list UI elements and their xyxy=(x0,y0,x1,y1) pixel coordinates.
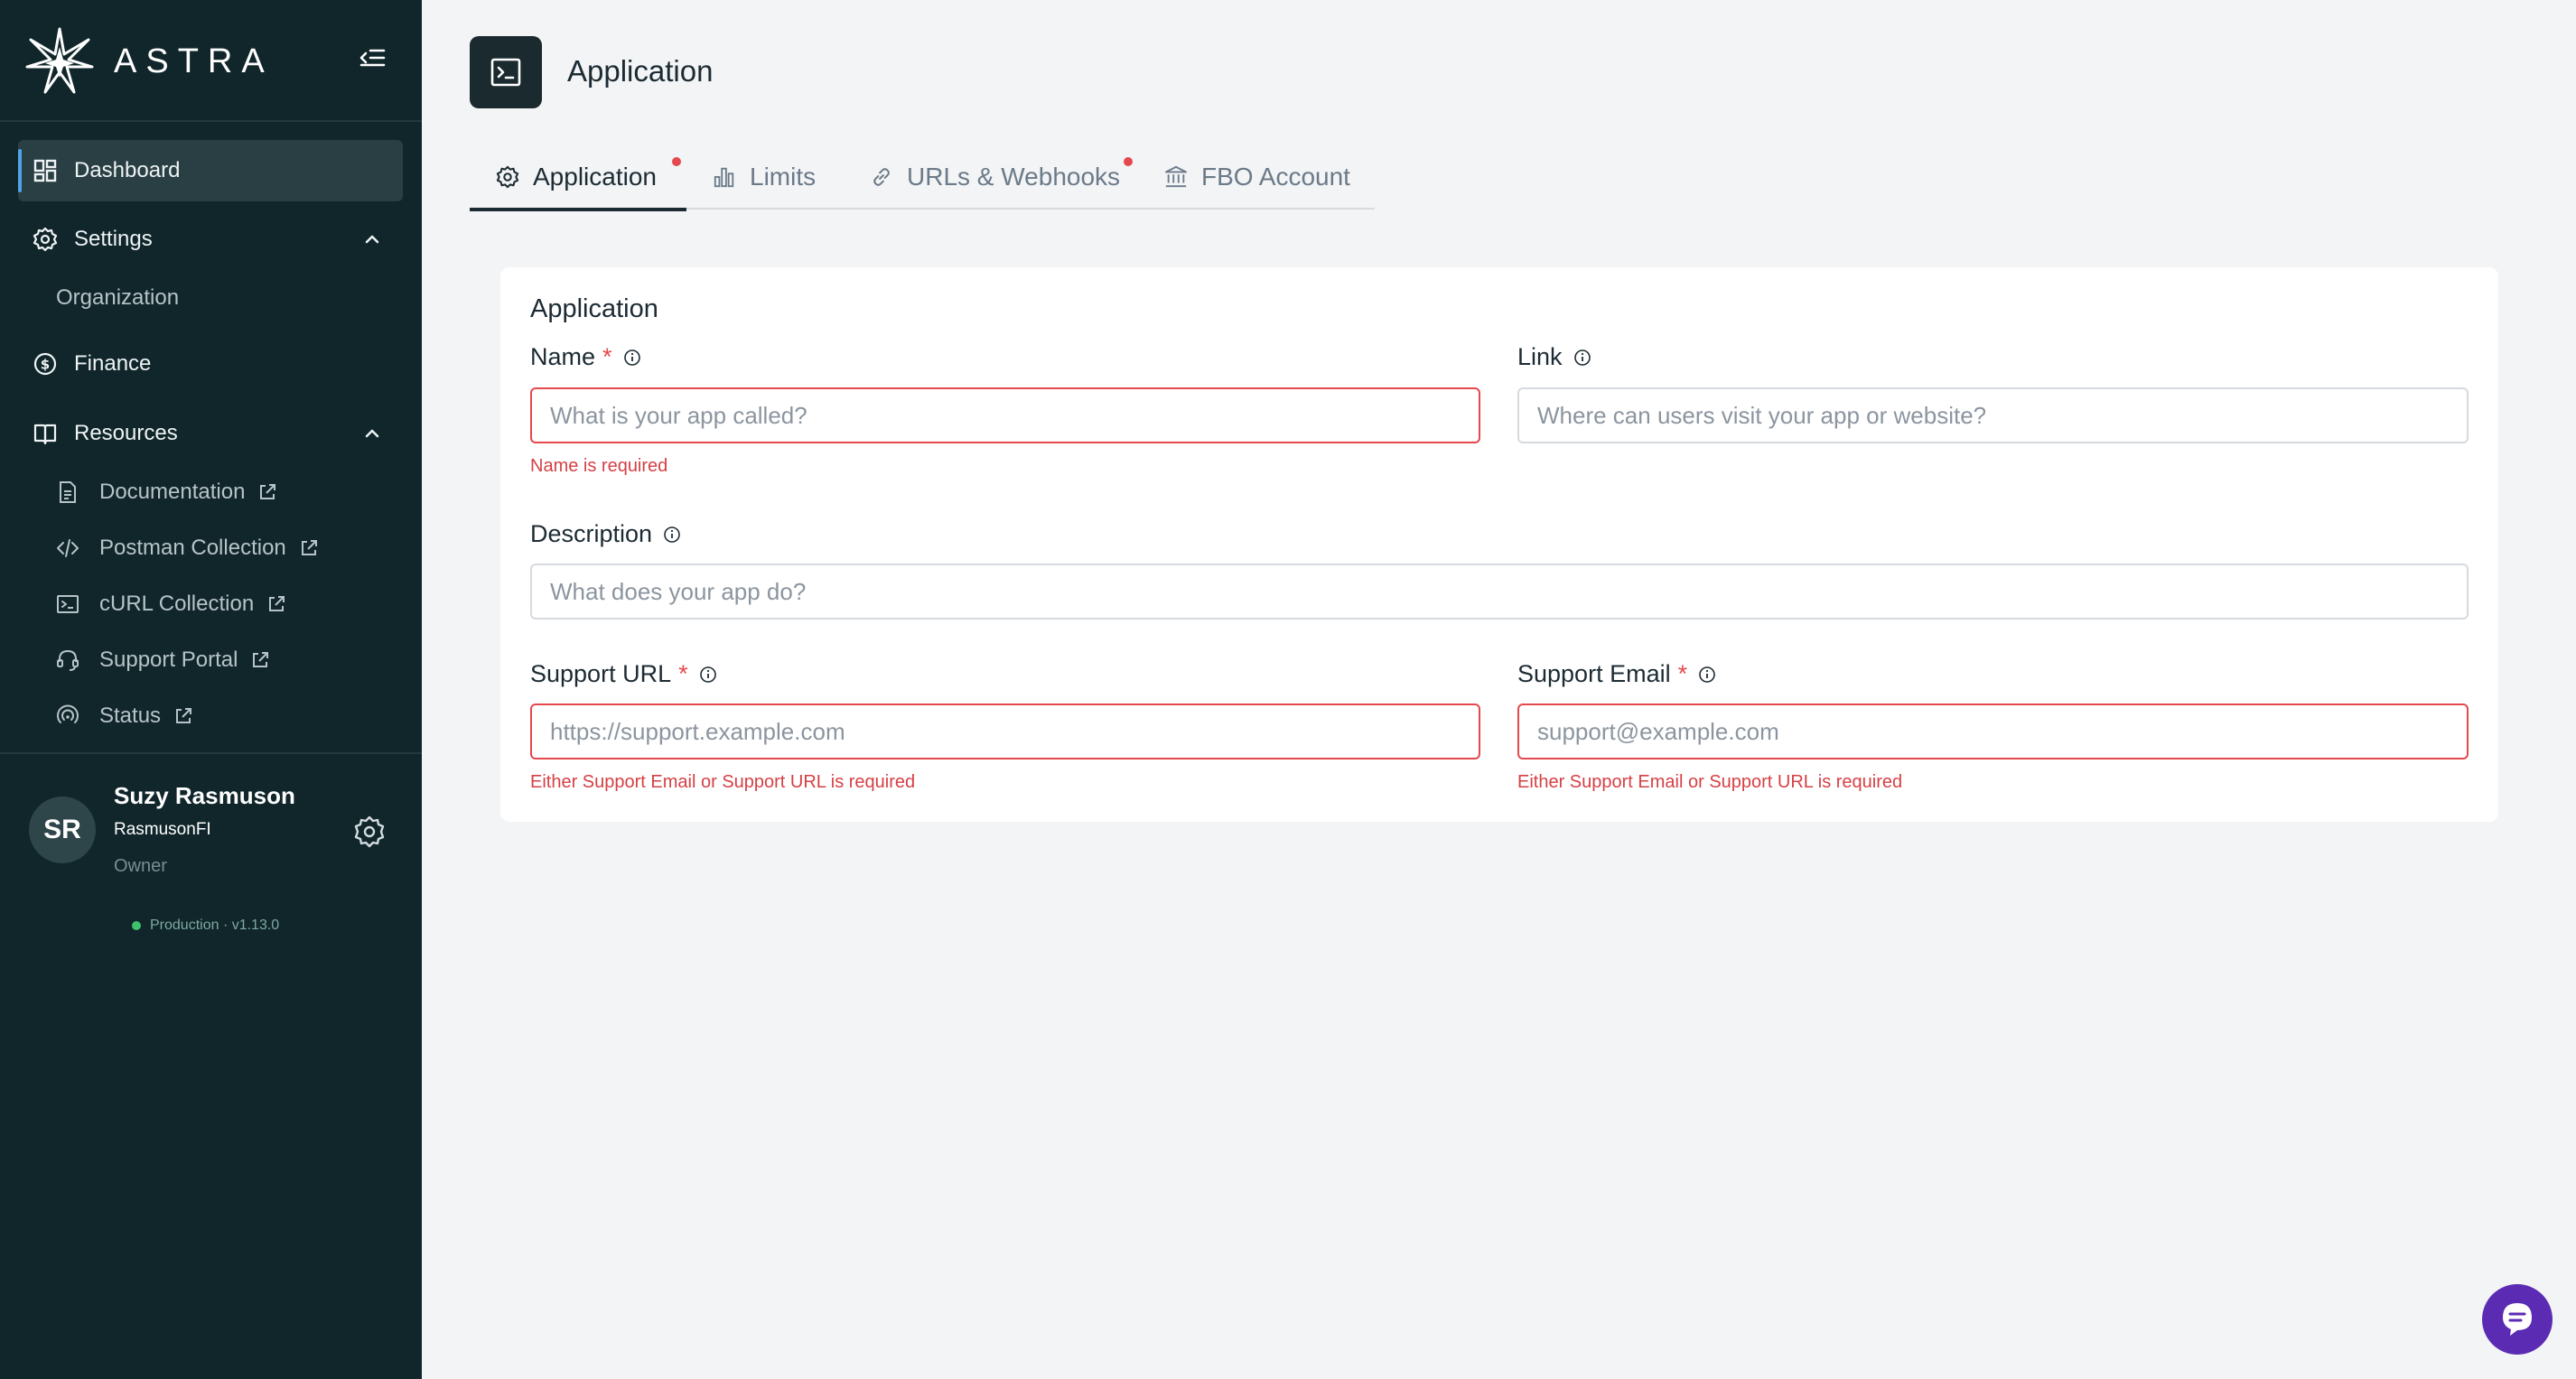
sidebar-item-label: cURL Collection xyxy=(99,592,255,616)
gear-icon xyxy=(354,815,385,848)
sidebar-item-support-portal[interactable]: Support Portal xyxy=(56,640,270,680)
sidebar-item-settings[interactable]: Settings xyxy=(18,209,403,270)
sidebar-item-label: Status xyxy=(99,703,162,728)
bar-chart-icon xyxy=(712,164,737,190)
sidebar-item-label: Support Portal xyxy=(99,648,238,672)
sidebar-item-organization[interactable]: Organization xyxy=(56,278,179,318)
info-icon[interactable] xyxy=(623,349,641,367)
sidebar: ASTRA Dashboard Settings Organization $ … xyxy=(0,0,422,1379)
status-dot xyxy=(132,921,141,930)
required-mark: * xyxy=(1677,660,1688,687)
sidebar-item-status[interactable]: Status xyxy=(56,696,193,736)
external-link-icon xyxy=(176,708,192,723)
name-error: Name is required xyxy=(530,456,668,476)
support-email-label: Support Email * xyxy=(1517,660,1716,688)
tab-application[interactable]: Application xyxy=(470,144,686,211)
signal-icon xyxy=(56,704,79,728)
avatar[interactable]: SR xyxy=(29,797,96,863)
sidebar-item-label: Documentation xyxy=(99,480,246,504)
profile-settings-button[interactable] xyxy=(352,815,387,849)
application-form-card: Application Name * Name is required Link… xyxy=(500,267,2498,822)
sidebar-item-documentation[interactable]: Documentation xyxy=(56,472,277,512)
collapse-sidebar-button[interactable] xyxy=(358,43,387,72)
sidebar-item-label: Finance xyxy=(74,351,152,376)
tab-label: URLs & Webhooks xyxy=(907,163,1121,191)
dashboard-grid-icon xyxy=(33,158,58,183)
info-icon[interactable] xyxy=(699,666,717,684)
name-label: Name * xyxy=(530,343,641,371)
name-input[interactable] xyxy=(530,387,1480,443)
alert-badge xyxy=(672,157,681,166)
tab-label: Limits xyxy=(750,163,817,191)
book-icon xyxy=(33,421,58,446)
form-title: Application xyxy=(530,294,658,323)
sidebar-divider xyxy=(0,120,422,122)
required-mark: * xyxy=(602,343,612,370)
code-icon xyxy=(56,536,79,560)
star-logo-icon xyxy=(25,27,94,94)
tab-label: Application xyxy=(533,163,657,191)
chat-support-button[interactable] xyxy=(2482,1284,2553,1355)
document-icon xyxy=(56,480,79,504)
link-label: Link xyxy=(1517,343,1591,371)
tab-limits[interactable]: Limits xyxy=(712,144,816,210)
brand-logo[interactable]: ASTRA xyxy=(25,25,274,98)
support-email-error: Either Support Email or Support URL is r… xyxy=(1517,772,1903,792)
brand-name: ASTRA xyxy=(114,42,274,80)
headset-icon xyxy=(56,648,79,672)
page-title: Application xyxy=(567,54,714,88)
sidebar-divider xyxy=(0,752,422,754)
description-label: Description xyxy=(530,520,681,548)
external-link-icon xyxy=(253,652,269,667)
external-link-icon xyxy=(301,540,317,555)
sidebar-item-label: Dashboard xyxy=(74,158,181,182)
sidebar-item-resources[interactable]: Resources xyxy=(18,403,403,464)
sidebar-item-finance[interactable]: $ Finance xyxy=(18,333,403,395)
support-email-input[interactable] xyxy=(1517,703,2469,759)
terminal-icon xyxy=(490,58,521,87)
dollar-circle-icon: $ xyxy=(33,351,58,377)
svg-text:$: $ xyxy=(41,357,50,373)
info-icon[interactable] xyxy=(663,526,681,544)
gear-icon xyxy=(495,164,520,190)
support-url-label: Support URL * xyxy=(530,660,717,688)
tab-label: FBO Account xyxy=(1201,163,1350,191)
link-input[interactable] xyxy=(1517,387,2469,443)
sidebar-item-dashboard[interactable]: Dashboard xyxy=(18,140,403,201)
link-icon xyxy=(869,164,894,190)
sidebar-item-postman-collection[interactable]: Postman Collection xyxy=(56,528,319,568)
external-link-icon xyxy=(260,484,276,499)
alert-badge xyxy=(1124,157,1133,166)
bank-icon xyxy=(1163,164,1189,190)
sidebar-item-curl-collection[interactable]: cURL Collection xyxy=(56,584,286,624)
tab-fbo-account[interactable]: FBO Account xyxy=(1163,144,1350,210)
support-url-input[interactable] xyxy=(530,703,1480,759)
profile-name: Suzy Rasmuson xyxy=(114,782,295,809)
profile-role: Owner xyxy=(114,856,167,876)
sidebar-item-label: Resources xyxy=(74,421,178,445)
collapse-menu-icon xyxy=(359,49,386,67)
required-mark: * xyxy=(678,660,688,687)
chat-bubble-icon xyxy=(2503,1303,2532,1336)
terminal-icon xyxy=(56,592,79,616)
profile-organization: RasmusonFI xyxy=(114,820,211,839)
environment-label: Production · v1.13.0 xyxy=(150,918,280,933)
support-url-error: Either Support Email or Support URL is r… xyxy=(530,772,916,792)
chevron-up-icon xyxy=(365,235,379,244)
info-icon[interactable] xyxy=(1573,349,1591,367)
tab-bar: Application Limits URLs & Webhooks FBO A… xyxy=(470,144,1375,211)
info-icon[interactable] xyxy=(1698,666,1716,684)
tab-urls-webhooks[interactable]: URLs & Webhooks xyxy=(869,144,1133,210)
gear-icon xyxy=(33,227,58,252)
chevron-up-icon xyxy=(365,429,379,438)
sidebar-item-label: Postman Collection xyxy=(99,536,286,560)
application-header-icon xyxy=(470,36,542,108)
user-profile: SR Suzy Rasmuson RasmusonFI Owner xyxy=(29,778,399,887)
sidebar-item-label: Settings xyxy=(74,227,153,251)
environment-status: Production · v1.13.0 xyxy=(132,918,279,934)
description-input[interactable] xyxy=(530,564,2469,620)
external-link-icon xyxy=(269,596,285,611)
